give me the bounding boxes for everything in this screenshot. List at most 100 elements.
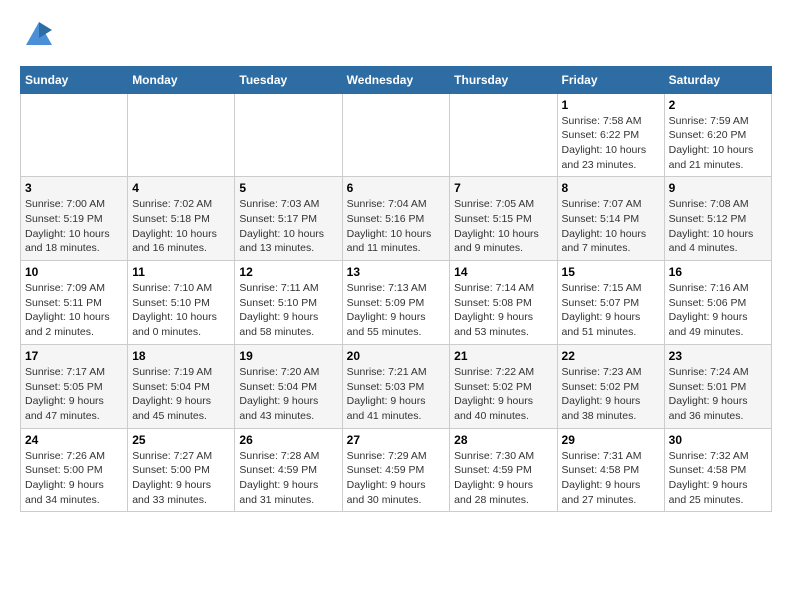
calendar-cell: 14 Sunrise: 7:14 AM Sunset: 5:08 PM Dayli… [450,261,557,345]
day-number: 4 [132,181,230,195]
calendar-table: SundayMondayTuesdayWednesdayThursdayFrid… [20,66,772,513]
page-header [20,20,772,56]
day-header: Sunday [21,66,128,93]
calendar-cell: 22 Sunrise: 7:23 AM Sunset: 5:02 PM Dayli… [557,344,664,428]
calendar-week-row: 3 Sunrise: 7:00 AM Sunset: 5:19 PM Daylig… [21,177,772,261]
day-number: 10 [25,265,123,279]
day-number: 29 [562,433,660,447]
day-info: Sunrise: 7:20 AM Sunset: 5:04 PM Dayligh… [239,365,337,424]
day-number: 20 [347,349,446,363]
calendar-cell [21,93,128,177]
calendar-cell: 20Sunrise: 7:21 AM Sunset: 5:03 PM Dayli… [342,344,450,428]
day-header: Friday [557,66,664,93]
day-number: 14 [454,265,552,279]
calendar-cell: 11 Sunrise: 7:10 AM Sunset: 5:10 PM Dayli… [128,261,235,345]
day-number: 7 [454,181,552,195]
day-info: Sunrise: 7:23 AM Sunset: 5:02 PM Dayligh… [562,365,660,424]
day-number: 19 [239,349,337,363]
calendar-week-row: 10 Sunrise: 7:09 AM Sunset: 5:11 PM Dayli… [21,261,772,345]
day-number: 23 [669,349,767,363]
calendar-cell: 16Sunrise: 7:16 AM Sunset: 5:06 PM Dayli… [664,261,771,345]
day-info: Sunrise: 7:02 AM Sunset: 5:18 PM Dayligh… [132,197,230,256]
day-number: 2 [669,98,767,112]
calendar-cell: 2 Sunrise: 7:59 AM Sunset: 6:20 PM Daylig… [664,93,771,177]
calendar-cell: 21Sunrise: 7:22 AM Sunset: 5:02 PM Dayli… [450,344,557,428]
day-info: Sunrise: 7:26 AM Sunset: 5:00 PM Dayligh… [25,449,123,508]
calendar-cell: 24 Sunrise: 7:26 AM Sunset: 5:00 PM Dayli… [21,428,128,512]
day-info: Sunrise: 7:04 AM Sunset: 5:16 PM Dayligh… [347,197,446,256]
calendar-cell: 3 Sunrise: 7:00 AM Sunset: 5:19 PM Daylig… [21,177,128,261]
day-number: 24 [25,433,123,447]
calendar-cell [450,93,557,177]
day-header: Monday [128,66,235,93]
day-info: Sunrise: 7:14 AM Sunset: 5:08 PM Dayligh… [454,281,552,340]
calendar-cell: 6Sunrise: 7:04 AM Sunset: 5:16 PM Daylig… [342,177,450,261]
day-number: 21 [454,349,552,363]
day-number: 28 [454,433,552,447]
day-info: Sunrise: 7:15 AM Sunset: 5:07 PM Dayligh… [562,281,660,340]
calendar-cell: 28 Sunrise: 7:30 AM Sunset: 4:59 PM Dayli… [450,428,557,512]
day-number: 11 [132,265,230,279]
day-number: 1 [562,98,660,112]
day-number: 30 [669,433,767,447]
day-info: Sunrise: 7:08 AM Sunset: 5:12 PM Dayligh… [669,197,767,256]
calendar-week-row: 17 Sunrise: 7:17 AM Sunset: 5:05 PM Dayli… [21,344,772,428]
day-number: 17 [25,349,123,363]
calendar-cell: 15 Sunrise: 7:15 AM Sunset: 5:07 PM Dayli… [557,261,664,345]
calendar-cell: 1 Sunrise: 7:58 AM Sunset: 6:22 PM Daylig… [557,93,664,177]
calendar-body: 1 Sunrise: 7:58 AM Sunset: 6:22 PM Daylig… [21,93,772,512]
day-number: 8 [562,181,660,195]
calendar-cell: 13 Sunrise: 7:13 AM Sunset: 5:09 PM Dayli… [342,261,450,345]
day-info: Sunrise: 7:17 AM Sunset: 5:05 PM Dayligh… [25,365,123,424]
calendar-cell: 29 Sunrise: 7:31 AM Sunset: 4:58 PM Dayli… [557,428,664,512]
day-info: Sunrise: 7:32 AM Sunset: 4:58 PM Dayligh… [669,449,767,508]
calendar-cell: 17 Sunrise: 7:17 AM Sunset: 5:05 PM Dayli… [21,344,128,428]
calendar-cell: 19 Sunrise: 7:20 AM Sunset: 5:04 PM Dayli… [235,344,342,428]
day-header: Wednesday [342,66,450,93]
day-info: Sunrise: 7:27 AM Sunset: 5:00 PM Dayligh… [132,449,230,508]
day-info: Sunrise: 7:07 AM Sunset: 5:14 PM Dayligh… [562,197,660,256]
day-number: 18 [132,349,230,363]
calendar-cell [342,93,450,177]
calendar-cell: 9 Sunrise: 7:08 AM Sunset: 5:12 PM Daylig… [664,177,771,261]
day-header: Thursday [450,66,557,93]
day-number: 15 [562,265,660,279]
day-info: Sunrise: 7:19 AM Sunset: 5:04 PM Dayligh… [132,365,230,424]
calendar-cell: 23 Sunrise: 7:24 AM Sunset: 5:01 PM Dayli… [664,344,771,428]
calendar-cell: 30 Sunrise: 7:32 AM Sunset: 4:58 PM Dayli… [664,428,771,512]
calendar-cell: 12 Sunrise: 7:11 AM Sunset: 5:10 PM Dayli… [235,261,342,345]
day-number: 3 [25,181,123,195]
day-info: Sunrise: 7:11 AM Sunset: 5:10 PM Dayligh… [239,281,337,340]
day-number: 22 [562,349,660,363]
calendar-week-row: 1 Sunrise: 7:58 AM Sunset: 6:22 PM Daylig… [21,93,772,177]
logo [20,20,54,56]
day-info: Sunrise: 7:28 AM Sunset: 4:59 PM Dayligh… [239,449,337,508]
day-info: Sunrise: 7:58 AM Sunset: 6:22 PM Dayligh… [562,114,660,173]
day-number: 16 [669,265,767,279]
day-info: Sunrise: 7:13 AM Sunset: 5:09 PM Dayligh… [347,281,446,340]
day-number: 9 [669,181,767,195]
day-info: Sunrise: 7:03 AM Sunset: 5:17 PM Dayligh… [239,197,337,256]
logo-icon [24,20,54,50]
calendar-cell: 8 Sunrise: 7:07 AM Sunset: 5:14 PM Daylig… [557,177,664,261]
day-info: Sunrise: 7:30 AM Sunset: 4:59 PM Dayligh… [454,449,552,508]
day-info: Sunrise: 7:09 AM Sunset: 5:11 PM Dayligh… [25,281,123,340]
day-info: Sunrise: 7:05 AM Sunset: 5:15 PM Dayligh… [454,197,552,256]
day-header: Tuesday [235,66,342,93]
day-info: Sunrise: 7:31 AM Sunset: 4:58 PM Dayligh… [562,449,660,508]
day-number: 12 [239,265,337,279]
day-info: Sunrise: 7:24 AM Sunset: 5:01 PM Dayligh… [669,365,767,424]
calendar-week-row: 24 Sunrise: 7:26 AM Sunset: 5:00 PM Dayli… [21,428,772,512]
calendar-cell: 4 Sunrise: 7:02 AM Sunset: 5:18 PM Daylig… [128,177,235,261]
day-number: 13 [347,265,446,279]
calendar-cell: 25 Sunrise: 7:27 AM Sunset: 5:00 PM Dayli… [128,428,235,512]
day-info: Sunrise: 7:00 AM Sunset: 5:19 PM Dayligh… [25,197,123,256]
day-info: Sunrise: 7:29 AM Sunset: 4:59 PM Dayligh… [347,449,446,508]
calendar-cell [128,93,235,177]
calendar-cell: 18 Sunrise: 7:19 AM Sunset: 5:04 PM Dayli… [128,344,235,428]
calendar-cell: 7 Sunrise: 7:05 AM Sunset: 5:15 PM Daylig… [450,177,557,261]
day-info: Sunrise: 7:10 AM Sunset: 5:10 PM Dayligh… [132,281,230,340]
day-number: 25 [132,433,230,447]
calendar-cell: 27Sunrise: 7:29 AM Sunset: 4:59 PM Dayli… [342,428,450,512]
day-info: Sunrise: 7:59 AM Sunset: 6:20 PM Dayligh… [669,114,767,173]
